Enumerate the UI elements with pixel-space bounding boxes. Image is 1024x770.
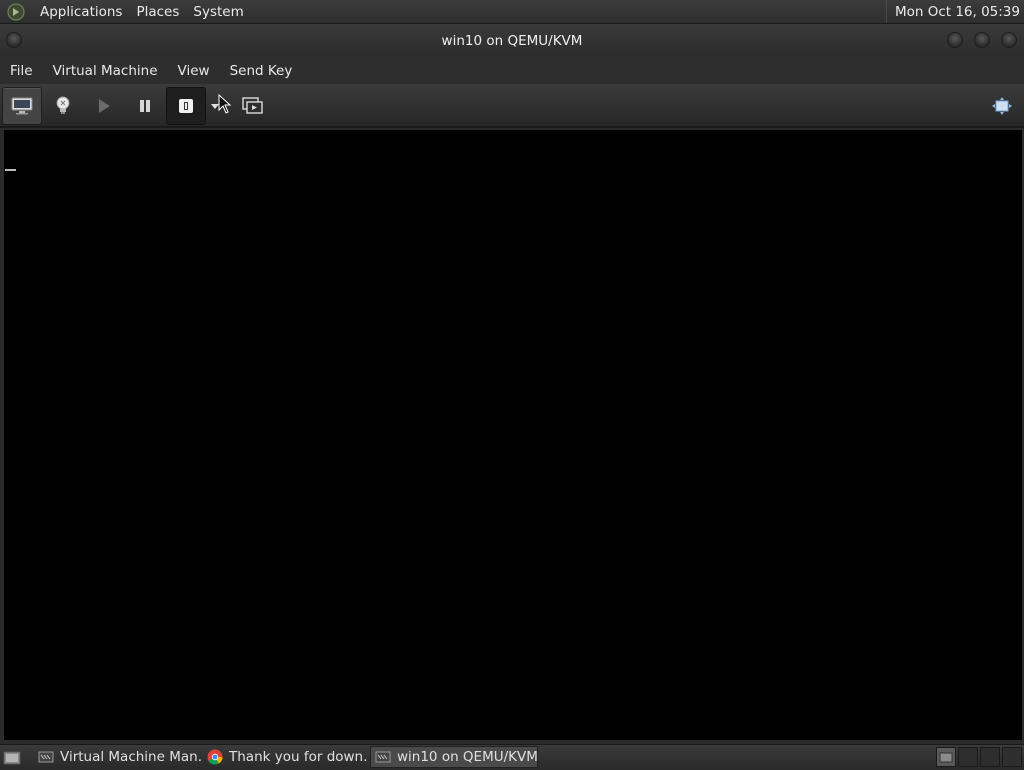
- task-label: win10 on QEMU/KVM: [397, 749, 538, 765]
- power-icon: [179, 99, 193, 113]
- menu-virtual-machine[interactable]: Virtual Machine: [43, 63, 168, 79]
- show-desktop-icon: [3, 751, 21, 765]
- menubar: File Virtual Machine View Send Key: [0, 57, 1024, 84]
- toolbar: [0, 84, 1024, 128]
- menu-view[interactable]: View: [168, 63, 220, 79]
- vm-console-icon: [375, 749, 391, 765]
- details-button[interactable]: [43, 87, 83, 125]
- clock[interactable]: Mon Oct 16, 05:39: [885, 0, 1024, 23]
- top-panel-menus: Applications Places System: [0, 0, 251, 23]
- shutdown-button[interactable]: [166, 87, 206, 125]
- task-vm-manager[interactable]: Virtual Machine Man…: [34, 746, 202, 768]
- task-label: Virtual Machine Man…: [60, 749, 202, 765]
- maximize-button[interactable]: [974, 32, 990, 48]
- chrome-icon: [207, 749, 223, 765]
- mate-logo-icon[interactable]: [5, 1, 27, 23]
- top-panel: Applications Places System Mon Oct 16, 0…: [0, 0, 1024, 24]
- minimize-button[interactable]: [947, 32, 963, 48]
- snapshots-button[interactable]: [233, 87, 273, 125]
- window-titlebar[interactable]: win10 on QEMU/KVM: [0, 24, 1024, 57]
- run-button[interactable]: [84, 87, 124, 125]
- bottom-taskbar: Virtual Machine Man… Thank you for down……: [0, 744, 1024, 768]
- system-menu[interactable]: System: [186, 0, 250, 24]
- workspace-1[interactable]: [936, 747, 956, 767]
- workspace-2[interactable]: [958, 747, 978, 767]
- workspace-3[interactable]: [980, 747, 1000, 767]
- console-view-button[interactable]: [2, 87, 42, 125]
- text-cursor: [5, 169, 16, 171]
- task-chrome[interactable]: Thank you for down…: [203, 746, 368, 768]
- places-menu[interactable]: Places: [129, 0, 186, 24]
- pause-icon: [140, 100, 150, 112]
- pause-button[interactable]: [125, 87, 165, 125]
- monitor-icon: [11, 97, 33, 115]
- lightbulb-icon: [56, 96, 70, 114]
- snapshots-icon: [242, 97, 263, 114]
- task-label: Thank you for down…: [229, 749, 368, 765]
- mouse-pointer-icon: [218, 94, 232, 114]
- menu-file[interactable]: File: [0, 63, 43, 79]
- fullscreen-icon: [992, 97, 1012, 115]
- play-icon: [99, 99, 110, 113]
- applications-menu[interactable]: Applications: [33, 0, 129, 24]
- window-menu-button[interactable]: [6, 32, 22, 48]
- fullscreen-button[interactable]: [982, 87, 1022, 125]
- workspace-window-icon: [939, 752, 953, 763]
- workspace-4[interactable]: [1002, 747, 1022, 767]
- close-button[interactable]: [1001, 32, 1017, 48]
- vm-manager-icon: [38, 749, 54, 765]
- window-title: win10 on QEMU/KVM: [441, 32, 583, 49]
- vm-console-display[interactable]: [4, 130, 1022, 740]
- menu-send-key[interactable]: Send Key: [220, 63, 303, 79]
- show-desktop-button[interactable]: [0, 746, 24, 768]
- task-win10-console[interactable]: win10 on QEMU/KVM: [370, 746, 538, 768]
